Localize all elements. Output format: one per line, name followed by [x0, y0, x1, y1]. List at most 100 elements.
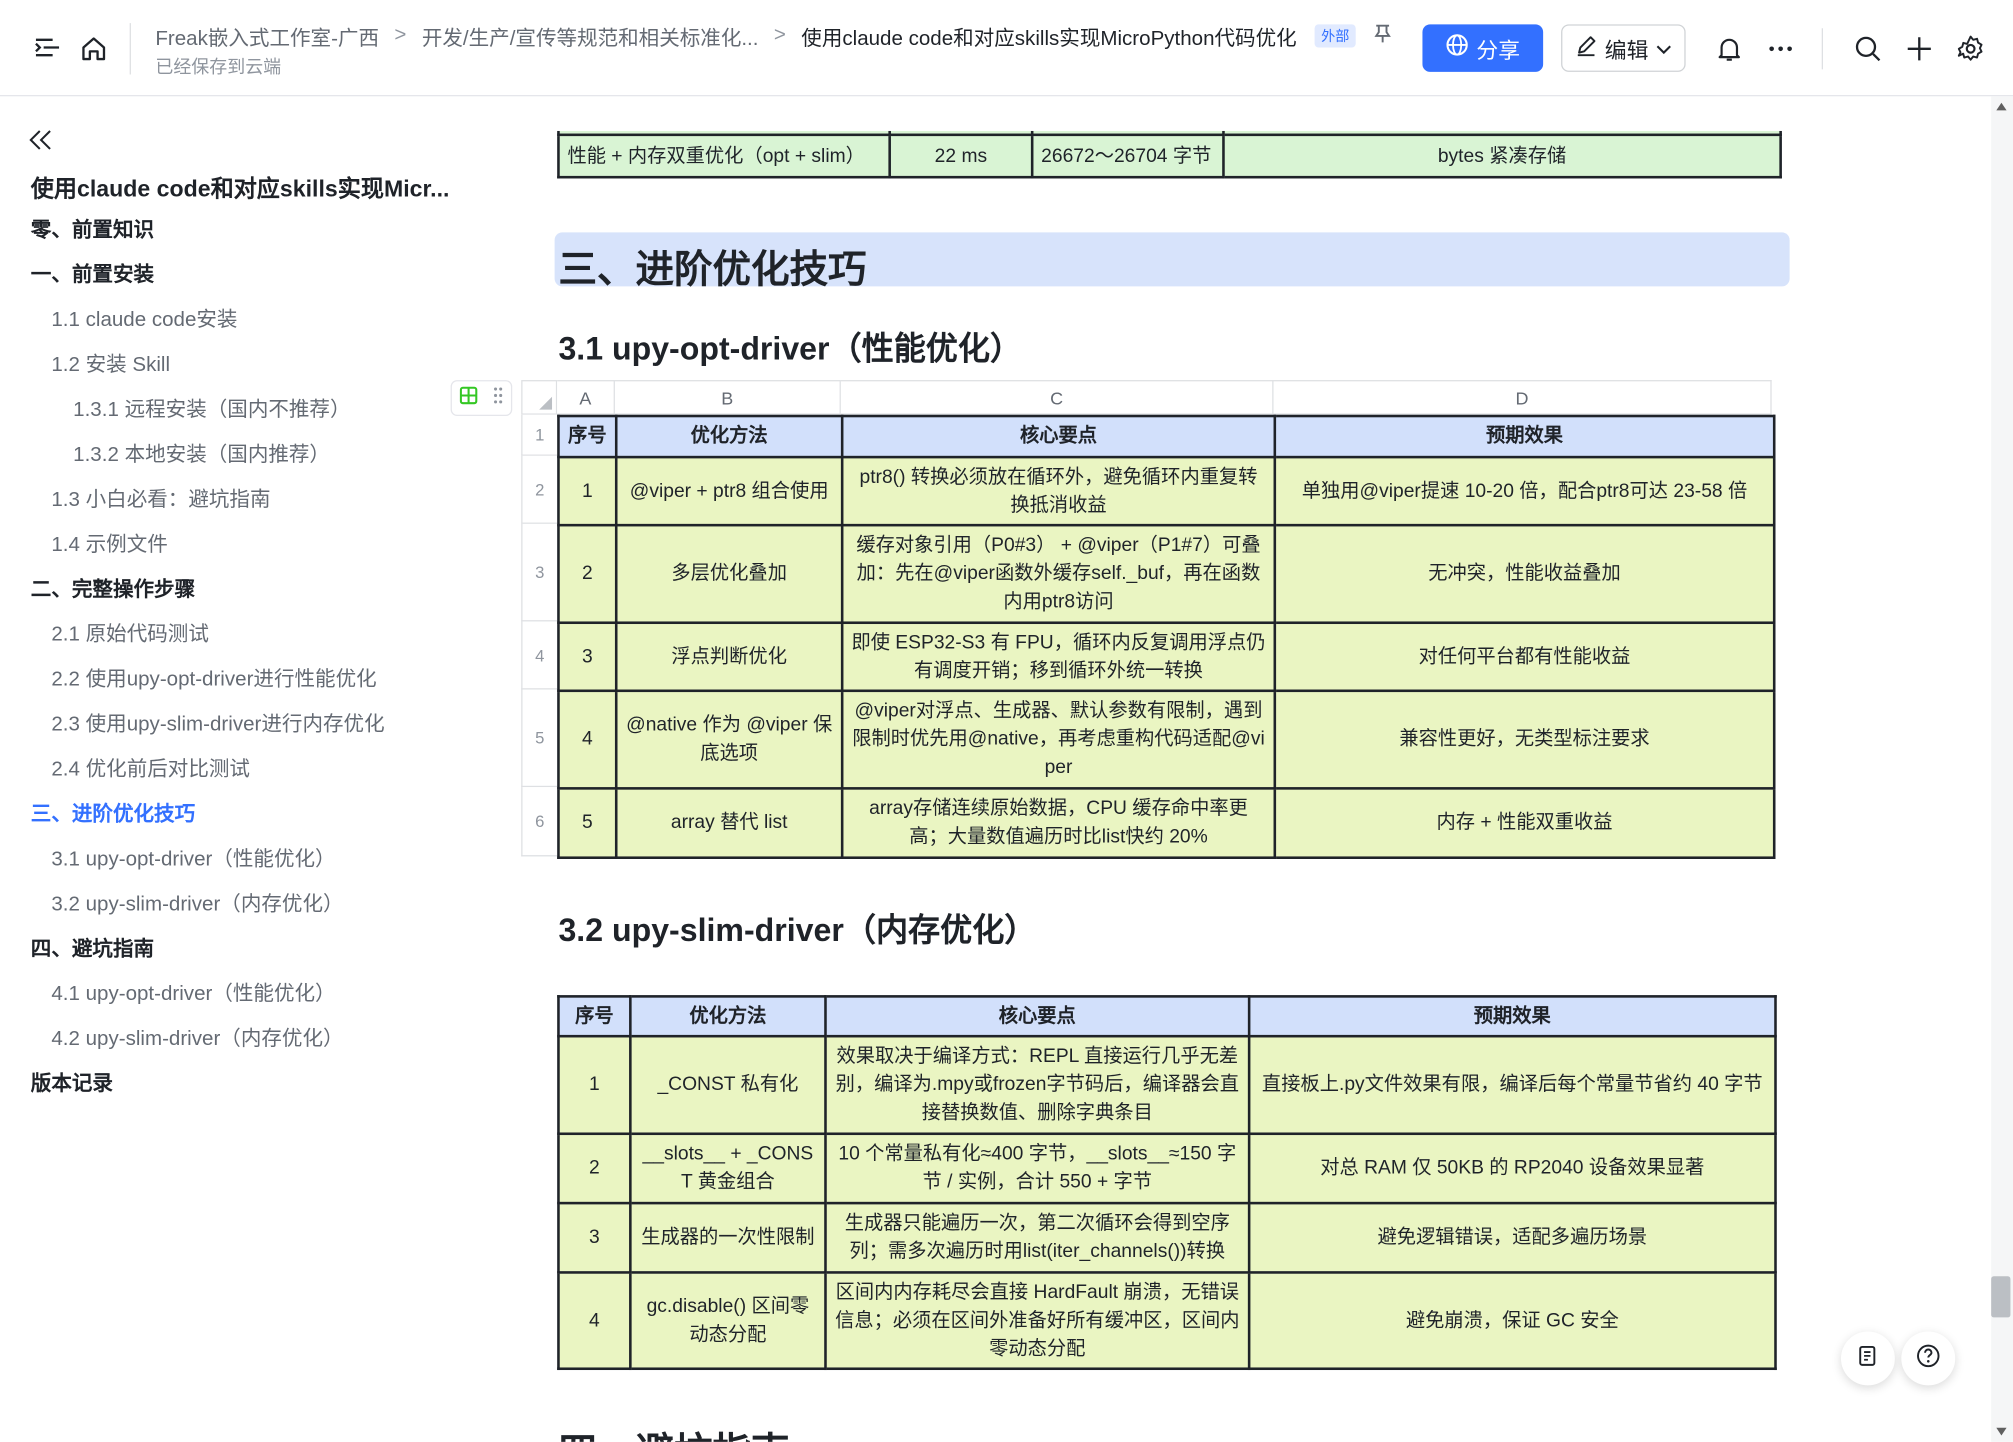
- select-all-corner[interactable]: [521, 380, 558, 415]
- globe-icon: [1446, 33, 1469, 63]
- scroll-up-icon[interactable]: [1996, 102, 2007, 111]
- table-row: 5 array 替代 list array存储连续原始数据，CPU 缓存命中率更…: [557, 787, 1776, 859]
- breadcrumb-item-workspace[interactable]: Freak嵌入式工作室-广西: [155, 21, 379, 52]
- table-cell: 26672～26704 字节: [1030, 133, 1225, 179]
- toc-item[interactable]: 3.1 upy-opt-driver（性能优化）: [51, 847, 335, 873]
- toc-item[interactable]: 1.4 示例文件: [51, 533, 167, 559]
- table-grid-icon[interactable]: [459, 386, 478, 410]
- toc-item[interactable]: 2.1 原始代码测试: [51, 623, 209, 649]
- table-row: 性能 + 内存双重优化（opt + slim） 22 ms 26672～2670…: [557, 133, 1782, 179]
- subsection-heading[interactable]: 3.1 upy-opt-driver（性能优化）: [558, 324, 1022, 370]
- table-cell: bytes 紧凑存储: [1222, 133, 1782, 179]
- table-cell: array存储连续原始数据，CPU 缓存命中率更高；大量数值遍历时比list快约…: [840, 787, 1277, 859]
- table-cell: __slots__ + _CONST 黄金组合: [629, 1132, 827, 1205]
- collapse-toc-icon[interactable]: [28, 128, 54, 158]
- toc-document-title[interactable]: 使用claude code和对应skills实现Micr...: [31, 171, 450, 204]
- toc-item[interactable]: 1.3.2 本地安装（国内推荐）: [73, 443, 330, 469]
- toc-item-active[interactable]: 三、进阶优化技巧: [31, 803, 195, 829]
- column-header-cell: 预期效果: [1273, 414, 1776, 459]
- toggle-sidebar-icon[interactable]: [33, 35, 61, 61]
- table-cell: 区间内内存耗尽会直接 HardFault 崩溃，无错误信息；必须在区间外准备好所…: [824, 1271, 1251, 1371]
- scroll-down-icon[interactable]: [1996, 1427, 2007, 1436]
- table-cell: 3: [557, 621, 618, 693]
- toc-item[interactable]: 1.3 小白必看：避坑指南: [51, 488, 270, 514]
- toc-item[interactable]: 2.3 使用upy-slim-driver进行内存优化: [51, 713, 384, 739]
- plus-icon[interactable]: [1905, 35, 1933, 63]
- table-header-row: 序号 优化方法 核心要点 预期效果: [557, 414, 1776, 459]
- edit-label: 编辑: [1604, 38, 1649, 63]
- toc-item[interactable]: 零、前置知识: [31, 218, 154, 244]
- help-fab[interactable]: [1901, 1331, 1956, 1386]
- table-cell: ptr8() 转换必须放在循环外，避免循环内重复转换抵消收益: [840, 455, 1277, 527]
- table-header-row: 序号 优化方法 核心要点 预期效果: [557, 995, 1777, 1038]
- table-cell: 内存 + 性能双重收益: [1273, 787, 1776, 859]
- column-header-cell: 预期效果: [1247, 995, 1777, 1038]
- table-row: 1 @viper + ptr8 组合使用 ptr8() 转换必须放在循环外，避免…: [557, 455, 1776, 527]
- toc-item[interactable]: 四、避坑指南: [31, 937, 154, 963]
- table-row: 1 _CONST 私有化 效果取决于编译方式：REPL 直接运行几乎无差别，编译…: [557, 1034, 1777, 1136]
- section-heading-partial[interactable]: 四、避坑指南: [558, 1420, 789, 1442]
- column-header[interactable]: C: [840, 380, 1274, 415]
- subsection-heading[interactable]: 3.2 upy-slim-driver（内存优化）: [558, 905, 1036, 951]
- search-icon[interactable]: [1854, 35, 1882, 63]
- table-row: 2 __slots__ + _CONST 黄金组合 10 个常量私有化≈400 …: [557, 1132, 1777, 1205]
- home-icon[interactable]: [80, 35, 108, 63]
- toc-item[interactable]: 1.3.1 远程安装（国内不推荐）: [73, 398, 350, 424]
- save-status: 已经保存到云端: [155, 56, 282, 78]
- toc-item[interactable]: 二、完整操作步骤: [31, 578, 195, 604]
- table-cell: @native 作为 @viper 保底选项: [614, 689, 844, 790]
- table-row: 3 生成器的一次性限制 生成器只能遍历一次，第二次循环会得到空序列；需多次遍历时…: [557, 1201, 1777, 1274]
- toc-item[interactable]: 4.2 upy-slim-driver（内存优化）: [51, 1027, 343, 1053]
- breadcrumb-item-document[interactable]: 使用claude code和对应skills实现MicroPython代码优化: [801, 21, 1296, 52]
- table-cell: 对总 RAM 仅 50KB 的 RP2040 设备效果显著: [1247, 1132, 1777, 1205]
- table-cell: 2: [557, 1132, 632, 1205]
- breadcrumb-separator: >: [394, 24, 407, 47]
- share-button[interactable]: 分享: [1422, 24, 1544, 72]
- share-label: 分享: [1476, 38, 1521, 63]
- table-cell: 5: [557, 787, 618, 859]
- row-header[interactable]: 6: [521, 787, 558, 857]
- column-header[interactable]: D: [1273, 380, 1772, 415]
- section-heading[interactable]: 三、进阶优化技巧: [558, 238, 866, 294]
- row-header[interactable]: 3: [521, 523, 558, 622]
- toc-item[interactable]: 版本记录: [31, 1072, 113, 1098]
- drag-handle-icon[interactable]: [493, 386, 503, 410]
- scrollbar-thumb[interactable]: [1991, 1276, 2011, 1318]
- table-cell: 即使 ESP32-S3 有 FPU，循环内反复调用浮点仍有调度开销；移到循环外统…: [840, 621, 1277, 693]
- toc-item[interactable]: 2.2 使用upy-opt-driver进行性能优化: [51, 668, 376, 694]
- slim-driver-table: 序号 优化方法 核心要点 预期效果 1 _CONST 私有化 效果取决于编译方式…: [557, 995, 1777, 1371]
- doc-outline-fab[interactable]: [1840, 1331, 1895, 1386]
- gear-icon[interactable]: [1957, 35, 1985, 63]
- more-icon[interactable]: [1767, 35, 1795, 63]
- toc-item[interactable]: 1.1 claude code安装: [51, 308, 237, 334]
- toc-item[interactable]: 2.4 优化前后对比测试: [51, 758, 250, 784]
- table-cell: 3: [557, 1201, 632, 1274]
- table-cell: 无冲突，性能收益叠加: [1273, 523, 1776, 625]
- table-cell: 单独用@viper提速 10-20 倍，配合ptr8可达 23-58 倍: [1273, 455, 1776, 527]
- table-cell: @viper对浮点、生成器、默认参数有限制，遇到限制时优先用@native，再考…: [840, 689, 1277, 790]
- table-toolbar[interactable]: [450, 380, 513, 417]
- table-cell: 性能 + 内存双重优化（opt + slim）: [557, 133, 891, 179]
- toc-item[interactable]: 一、前置安装: [31, 263, 154, 289]
- breadcrumb-item-folder[interactable]: 开发/生产/宣传等规范和相关标准化...: [422, 21, 759, 52]
- table-cell: 生成器的一次性限制: [629, 1201, 827, 1274]
- toc-item[interactable]: 3.2 upy-slim-driver（内存优化）: [51, 892, 343, 918]
- toc-item[interactable]: 4.1 upy-opt-driver（性能优化）: [51, 982, 335, 1008]
- vertical-scrollbar[interactable]: [1991, 96, 2013, 1442]
- question-icon: [1915, 1342, 1941, 1374]
- column-header-cell: 序号: [557, 995, 632, 1038]
- pin-icon[interactable]: [1374, 22, 1392, 49]
- table-row: 2 多层优化叠加 缓存对象引用（P0#3） + @viper（P1#7）可叠加：…: [557, 523, 1776, 625]
- edit-mode-button[interactable]: 编辑: [1561, 24, 1686, 72]
- row-header[interactable]: 4: [521, 621, 558, 690]
- row-header[interactable]: 1: [521, 414, 558, 456]
- bell-icon[interactable]: [1715, 35, 1743, 63]
- row-header[interactable]: 2: [521, 455, 558, 524]
- opt-driver-table: 序号 优化方法 核心要点 预期效果 1 @viper + ptr8 组合使用 p…: [557, 414, 1776, 859]
- row-header[interactable]: 5: [521, 689, 558, 788]
- column-header[interactable]: B: [614, 380, 841, 415]
- table-cell: array 替代 list: [614, 787, 844, 859]
- column-header[interactable]: A: [557, 380, 615, 415]
- toc-item[interactable]: 1.2 安装 Skill: [51, 353, 170, 379]
- table-cell: 效果取决于编译方式：REPL 直接运行几乎无差别，编译为.mpy或frozen字…: [824, 1034, 1251, 1136]
